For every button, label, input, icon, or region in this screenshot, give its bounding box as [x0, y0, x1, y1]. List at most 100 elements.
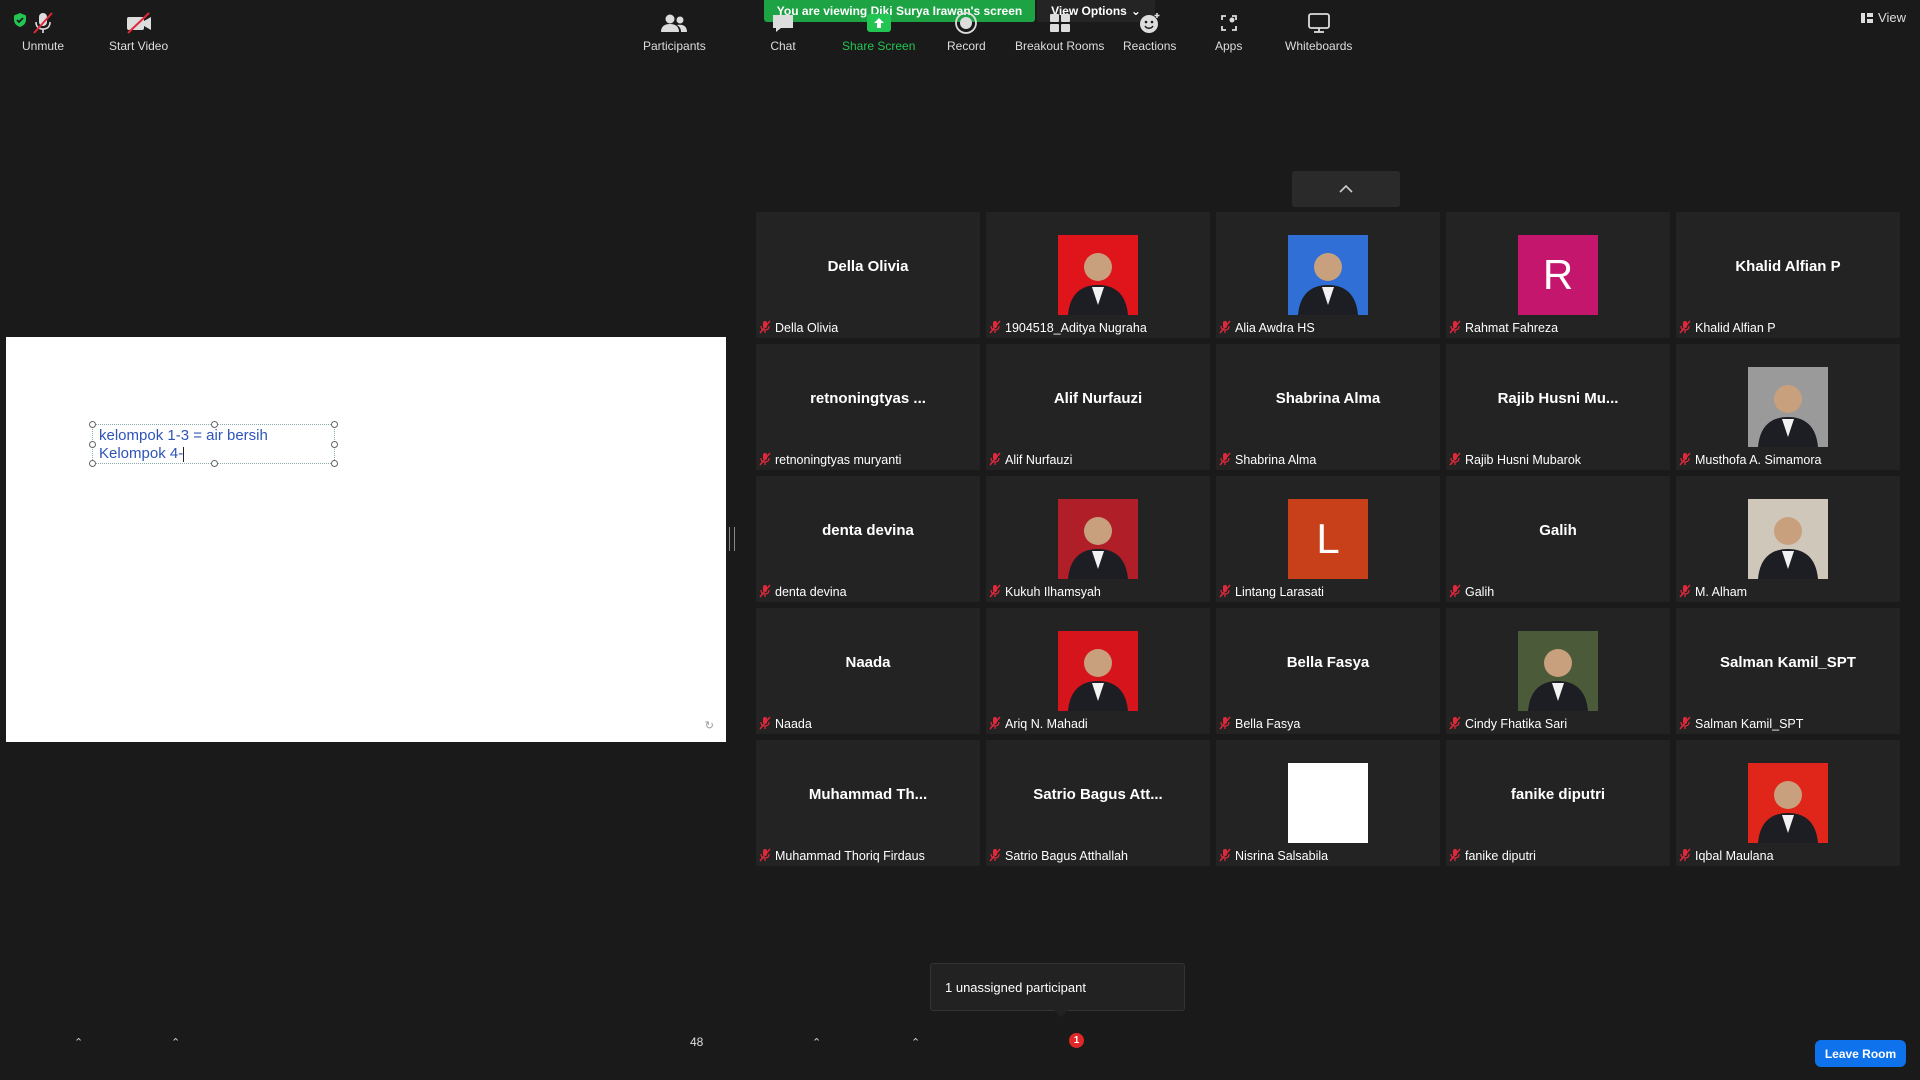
participant-name: Rahmat Fahreza	[1465, 321, 1559, 335]
participant-tile[interactable]: Salman Kamil_SPT Salman Kamil_SPT	[1676, 608, 1900, 734]
participant-tile[interactable]: retnoningtyas ... retnoningtyas muryanti	[756, 344, 980, 470]
view-button[interactable]: View	[1861, 10, 1906, 25]
participant-name: Iqbal Maulana	[1695, 849, 1774, 863]
microphone-muted-icon	[759, 584, 771, 601]
participant-name: Della Olivia	[775, 321, 839, 335]
participant-tile[interactable]: Galih Galih	[1446, 476, 1670, 602]
participant-name-tag: Satrio Bagus Atthallah	[989, 848, 1128, 864]
microphone-muted-icon	[989, 584, 1001, 601]
meeting-toolbar	[0, 1020, 1920, 1080]
participant-name-tag: Galih	[1449, 584, 1494, 600]
participant-tile[interactable]: denta devina denta devina	[756, 476, 980, 602]
avatar-letter: L	[1316, 515, 1340, 562]
chevron-up-icon	[1339, 184, 1353, 193]
video-options-chevron-icon[interactable]: ⌃	[171, 1036, 180, 1049]
unassigned-notification: 1 unassigned participant	[930, 963, 1185, 1017]
participant-tile[interactable]: Naada Naada	[756, 608, 980, 734]
microphone-muted-icon	[1679, 320, 1691, 337]
participant-tile[interactable]: fanike diputri fanike diputri	[1446, 740, 1670, 866]
participant-display-name: denta devina	[822, 522, 914, 539]
share-screen-label: Share Screen	[842, 39, 916, 53]
participant-tile[interactable]: Nisrina Salsabila	[1216, 740, 1440, 866]
panel-splitter[interactable]	[729, 527, 735, 551]
record-label: Record	[947, 39, 986, 53]
participant-tile[interactable]: Della Olivia Della Olivia	[756, 212, 980, 338]
participant-name: fanike diputri	[1465, 849, 1536, 863]
participant-tile[interactable]: M. Alham	[1676, 476, 1900, 602]
participant-tile[interactable]: Alif Nurfauzi Alif Nurfauzi	[986, 344, 1210, 470]
unmute-button[interactable]: Unmute	[22, 10, 64, 53]
participants-button[interactable]: Participants	[643, 10, 706, 53]
participant-name: Alif Nurfauzi	[1005, 453, 1073, 467]
participant-display-name: Salman Kamil_SPT	[1720, 654, 1856, 671]
participant-photo	[1748, 367, 1828, 447]
microphone-muted-icon	[1449, 716, 1461, 733]
microphone-muted-icon	[759, 320, 771, 337]
avatar-letter: R	[1542, 251, 1574, 298]
share-screen-button[interactable]: Share Screen	[842, 10, 915, 53]
breakout-rooms-badge: 1	[1069, 1033, 1084, 1048]
rotate-icon: ↻	[704, 720, 714, 732]
participant-tile[interactable]: Kukuh Ilhamsyah	[986, 476, 1210, 602]
participant-tile[interactable]: Cindy Fhatika Sari	[1446, 608, 1670, 734]
breakout-rooms-button[interactable]: Breakout Rooms	[1015, 10, 1104, 53]
participant-tile[interactable]: R Rahmat Fahreza	[1446, 212, 1670, 338]
start-video-button[interactable]: Start Video	[109, 10, 168, 53]
grid-view-icon	[1861, 12, 1874, 23]
participant-name-tag: retnoningtyas muryanti	[759, 452, 901, 468]
microphone-muted-icon	[759, 848, 771, 865]
participant-tile[interactable]: Bella Fasya Bella Fasya	[1216, 608, 1440, 734]
microphone-muted-icon	[989, 848, 1001, 865]
participant-display-name: Galih	[1539, 522, 1577, 539]
share-options-chevron-icon[interactable]: ⌃	[911, 1036, 920, 1049]
leave-room-button[interactable]: Leave Room	[1815, 1040, 1906, 1067]
participant-tile[interactable]: Khalid Alfian P Khalid Alfian P	[1676, 212, 1900, 338]
participant-tile[interactable]: 1904518_Aditya Nugraha	[986, 212, 1210, 338]
chat-button[interactable]: Chat	[770, 10, 796, 53]
participant-display-name: Bella Fasya	[1286, 654, 1370, 671]
resize-handle	[89, 441, 96, 448]
participant-name: retnoningtyas muryanti	[775, 453, 902, 467]
participant-tile[interactable]: Musthofa A. Simamora	[1676, 344, 1900, 470]
participant-tile[interactable]: Iqbal Maulana	[1676, 740, 1900, 866]
breakout-rooms-label: Breakout Rooms	[1015, 39, 1105, 53]
whiteboards-label: Whiteboards	[1285, 39, 1353, 53]
participant-tile[interactable]: Rajib Husni Mu... Rajib Husni Mubarok	[1446, 344, 1670, 470]
participant-name: Nisrina Salsabila	[1235, 849, 1329, 863]
whiteboards-button[interactable]: Whiteboards	[1285, 10, 1352, 53]
participant-name: Naada	[775, 717, 812, 731]
participant-display-name: Shabrina Alma	[1275, 390, 1381, 407]
participant-tile[interactable]: L Lintang Larasati	[1216, 476, 1440, 602]
microphone-muted-icon	[1449, 848, 1461, 865]
participant-name: Lintang Larasati	[1235, 585, 1324, 599]
resize-handle	[89, 460, 96, 467]
apps-button[interactable]: Apps	[1215, 10, 1242, 53]
shared-screen[interactable]: kelompok 1-3 = air bersih Kelompok 4- ↻	[6, 337, 726, 742]
participant-tile[interactable]: Alia Awdra HS	[1216, 212, 1440, 338]
participant-name-tag: Cindy Fhatika Sari	[1449, 716, 1567, 732]
microphone-muted-icon	[1679, 716, 1691, 733]
share-screen-icon	[866, 14, 891, 32]
participant-name-tag: 1904518_Aditya Nugraha	[989, 320, 1147, 336]
microphone-muted-icon	[1679, 584, 1691, 601]
participant-tile[interactable]: Ariq N. Mahadi	[986, 608, 1210, 734]
shared-text-line-2-text: Kelompok 4-	[99, 445, 184, 462]
text-caret	[183, 446, 185, 462]
participant-name-tag: Alia Awdra HS	[1219, 320, 1315, 336]
chat-options-chevron-icon[interactable]: ⌃	[812, 1036, 821, 1049]
participant-tile[interactable]: Shabrina Alma Shabrina Alma	[1216, 344, 1440, 470]
record-button[interactable]: Record	[947, 10, 986, 53]
participant-photo	[1058, 235, 1138, 315]
gallery-prev-page-button[interactable]	[1292, 171, 1400, 207]
participant-photo	[1518, 631, 1598, 711]
audio-options-chevron-icon[interactable]: ⌃	[74, 1036, 83, 1049]
participant-display-name: Rajib Husni Mu...	[1497, 390, 1619, 407]
participant-photo	[1288, 763, 1368, 843]
participant-tile[interactable]: Muhammad Th... Muhammad Thoriq Firdaus	[756, 740, 980, 866]
reactions-button[interactable]: Reactions	[1123, 10, 1176, 53]
participant-name: Muhammad Thoriq Firdaus	[775, 849, 925, 863]
participant-photo	[1748, 499, 1828, 579]
participant-tile[interactable]: Satrio Bagus Att... Satrio Bagus Atthalla…	[986, 740, 1210, 866]
video-camera-off-icon	[126, 12, 151, 34]
participant-count: 48	[690, 1035, 704, 1049]
